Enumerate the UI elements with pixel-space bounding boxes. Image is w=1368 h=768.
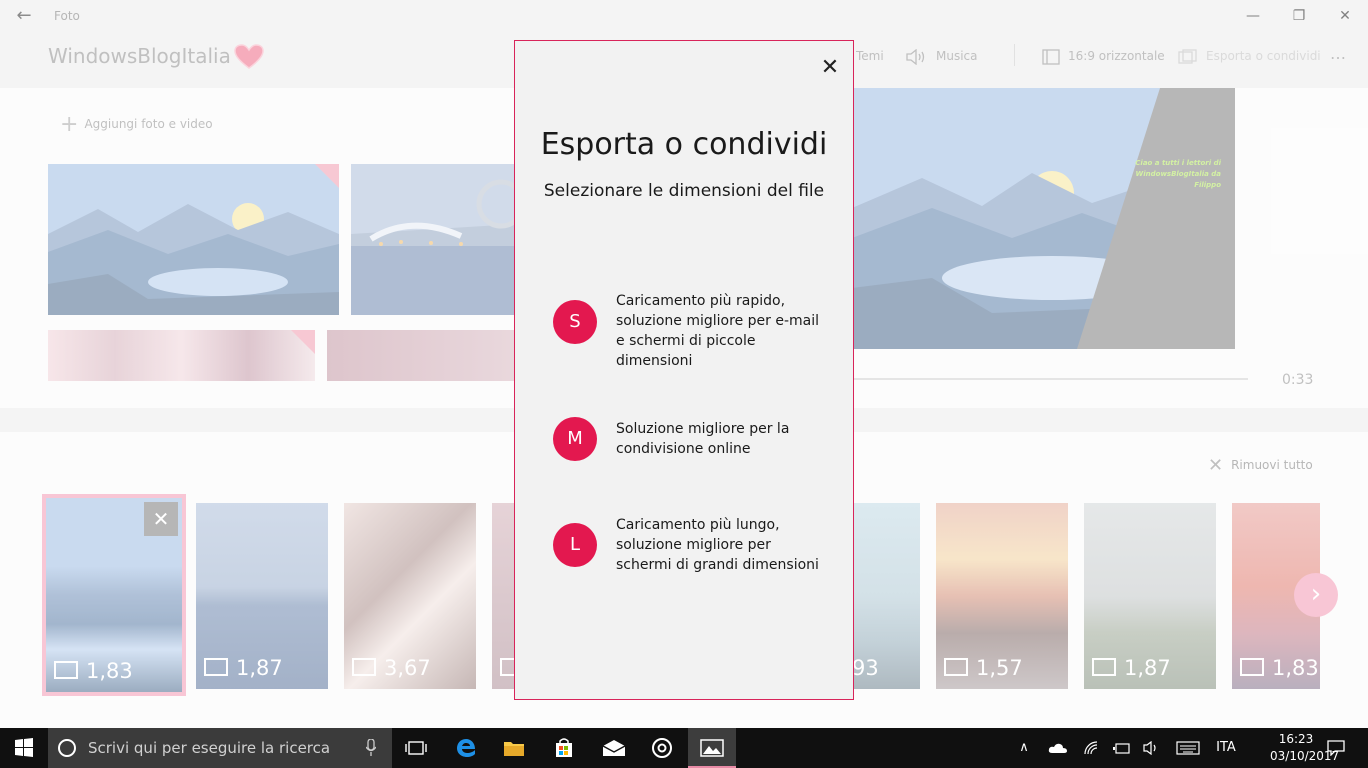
photos-app-icon[interactable] [688,728,736,768]
windows-icon [15,738,33,757]
start-button[interactable] [0,728,48,768]
keyboard-icon[interactable] [1172,728,1204,768]
groove-music-icon[interactable] [638,728,686,768]
store-icon[interactable] [540,728,588,768]
size-option-medium[interactable]: M Soluzione migliore per la condivisione… [553,417,823,463]
network-icon[interactable] [1080,728,1104,768]
system-clock[interactable]: 16:23 03/10/2017 [1270,731,1340,765]
volume-icon[interactable] [1140,728,1164,768]
microphone-icon[interactable] [366,739,376,757]
taskbar: Scrivi qui per eseguire la ricerca ∧ ITA… [0,728,1368,768]
cortana-icon [58,739,76,757]
size-badge: M [553,417,597,461]
close-dialog-button[interactable]: ✕ [817,55,843,81]
file-explorer-icon[interactable] [490,728,538,768]
export-dialog: ✕ Esporta o condividi Selezionare le dim… [514,40,854,700]
size-option-description: Caricamento più rapido, soluzione miglio… [616,293,819,369]
clock-time: 16:23 [1278,732,1314,746]
input-language[interactable]: ITA [1210,728,1242,768]
photos-app: ← Foto — ❐ ✕ WindowsBlogItalia Temi Musi… [0,0,1368,728]
task-view-icon[interactable] [392,728,440,768]
action-center-icon[interactable] [1322,728,1350,768]
onedrive-icon[interactable] [1044,728,1072,768]
dialog-title: Esporta o condividi [540,127,828,162]
size-badge: L [553,523,597,567]
dialog-subtitle: Selezionare le dimensioni del file [543,181,825,201]
taskbar-search[interactable]: Scrivi qui per eseguire la ricerca [48,728,392,768]
clock-date: 03/10/2017 [1270,749,1340,763]
size-badge: S [553,300,597,344]
size-option-description: Caricamento più lungo, soluzione miglior… [616,517,819,573]
battery-icon[interactable] [1110,728,1134,768]
size-option-description: Soluzione migliore per la condivisione o… [616,421,790,457]
size-option-large[interactable]: L Caricamento più lungo, soluzione migli… [553,515,823,575]
search-placeholder: Scrivi qui per eseguire la ricerca [88,739,331,757]
show-hidden-icons-button[interactable]: ∧ [1012,728,1036,768]
mail-icon[interactable] [590,728,638,768]
size-option-small[interactable]: S Caricamento più rapido, soluzione migl… [553,291,823,371]
edge-browser-icon[interactable] [442,728,490,768]
